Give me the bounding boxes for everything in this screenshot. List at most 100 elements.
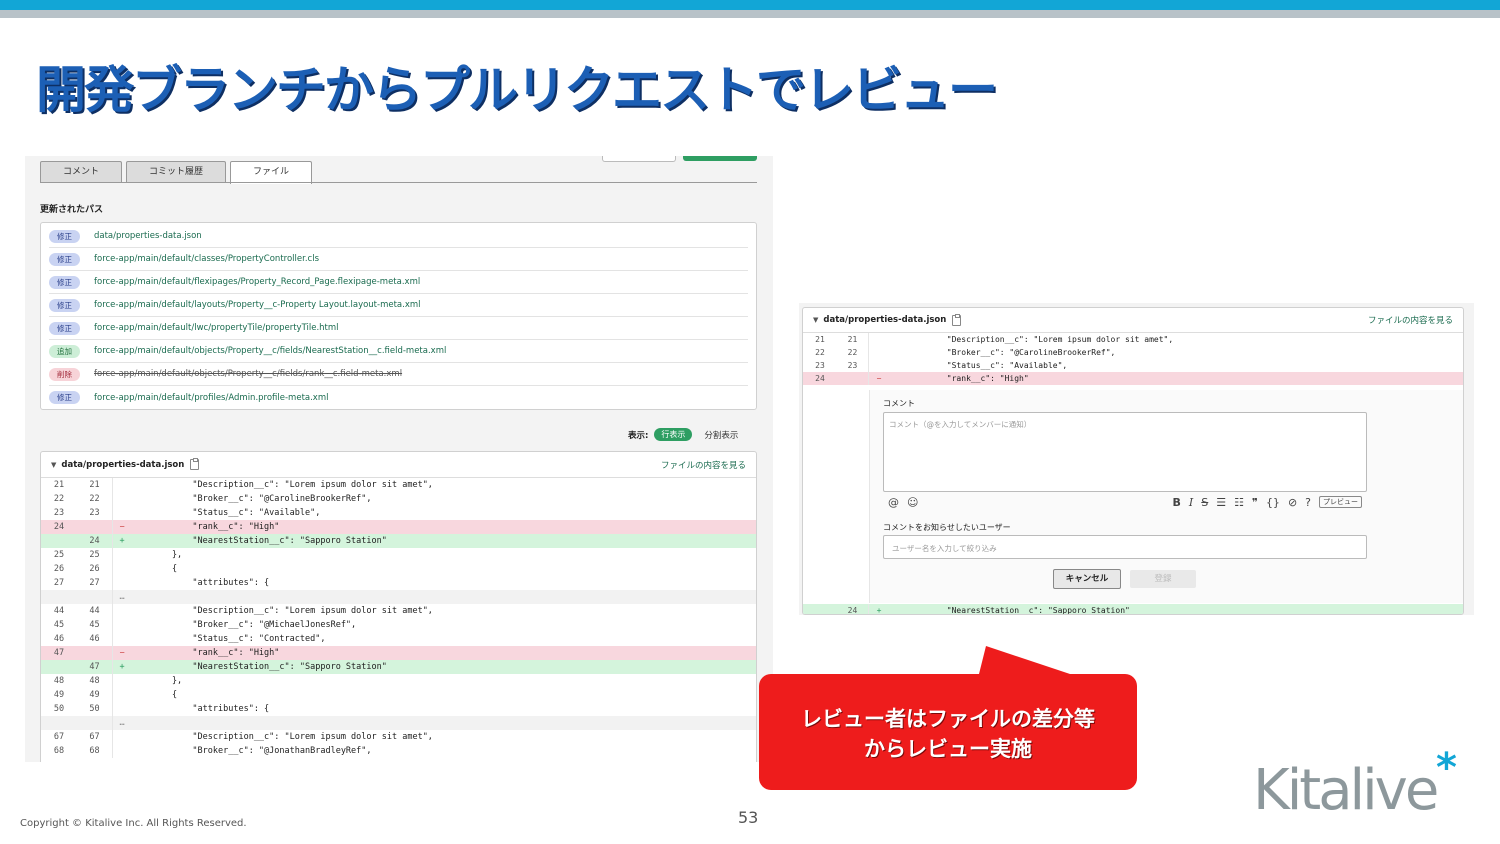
pull-request-files-screenshot: コメント コミット履歴 ファイル 更新されたパス 修正 data/properti… <box>25 156 773 762</box>
diff-line: 47 + "NearestStation__c": "Sapporo Statio… <box>41 660 756 674</box>
view-file-link[interactable]: ファイルの内容を見る <box>661 459 746 471</box>
collapse-triangle-icon[interactable]: ▼ <box>51 461 56 469</box>
old-line-number: 67 <box>53 732 65 742</box>
help-icon[interactable]: ? <box>1305 496 1311 509</box>
new-line-number <box>77 590 113 604</box>
diff-line: 21 21 "Description__c": "Lorem ipsum dolo… <box>803 333 1463 346</box>
comment-textarea[interactable]: コメント（@を入力してメンバーに通知） <box>883 412 1367 492</box>
code-text: "Broker__c": "@JonathanBradleyRef", <box>131 746 372 756</box>
preview-button[interactable]: プレビュー <box>1319 496 1362 508</box>
file-path-link[interactable]: force-app/main/default/classes/PropertyC… <box>94 254 319 264</box>
change-type-badge: 修正 <box>49 229 80 243</box>
link-icon[interactable]: ⊘ <box>1288 496 1297 509</box>
new-line-number <box>77 520 113 534</box>
bulleted-list-icon[interactable]: ☰ <box>1216 496 1226 509</box>
clipboard-icon[interactable] <box>190 458 200 470</box>
diff-marker: … <box>119 592 125 602</box>
code-text: "Status__c": "Available", <box>889 361 1068 370</box>
strikethrough-icon[interactable]: S <box>1201 496 1208 509</box>
diff-marker <box>113 604 131 618</box>
diff-line: 22 22 "Broker__c": "@CarolineBrookerRef", <box>803 346 1463 359</box>
register-button[interactable]: 登録 <box>1130 570 1196 588</box>
diff-marker <box>113 506 131 520</box>
change-type-badge: 修正 <box>49 321 80 335</box>
code-text: "rank__c": "High" <box>889 374 1029 383</box>
diff-line: 47 − "rank__c": "High" <box>41 646 756 660</box>
new-line-number: 21 <box>77 478 113 492</box>
changed-file-row[interactable]: 修正 force-app/main/default/lwc/propertyTil… <box>49 317 748 340</box>
changed-file-row[interactable]: 追加 force-app/main/default/objects/Propert… <box>49 340 748 363</box>
diff-marker <box>113 548 131 562</box>
diff-line: 21 21 "Description__c": "Lorem ipsum dolo… <box>41 478 756 492</box>
italic-icon[interactable]: I <box>1189 496 1193 509</box>
quote-icon[interactable]: ❞ <box>1252 496 1258 509</box>
numbered-list-icon[interactable]: ☷ <box>1234 496 1244 509</box>
new-line-number: 68 <box>77 744 113 758</box>
bold-icon[interactable]: B <box>1173 496 1181 509</box>
file-path-link[interactable]: force-app/main/default/layouts/Property_… <box>94 300 421 310</box>
changed-file-row[interactable]: 修正 data/properties-data.json <box>49 225 748 248</box>
callout-box: レビュー者はファイルの差分等 からレビュー実施 <box>759 674 1137 790</box>
file-path-link[interactable]: force-app/main/default/objects/Property_… <box>94 346 446 356</box>
inline-comment-screenshot: ▼ data/properties-data.json ファイルの内容を見る 2… <box>799 303 1474 615</box>
new-line-number: 47 <box>77 660 113 674</box>
diff-marker: − <box>119 648 125 658</box>
code-text: "attributes": { <box>131 704 270 714</box>
diff-line: 67 67 "Description__c": "Lorem ipsum dolo… <box>41 730 756 744</box>
file-path-link[interactable]: data/properties-data.json <box>94 231 202 241</box>
top-outline-button[interactable] <box>602 156 676 162</box>
new-line-number: 26 <box>77 562 113 576</box>
new-line-number: 48 <box>77 674 113 688</box>
code-text: "attributes": { <box>131 578 270 588</box>
diff-panel: ▼ data/properties-data.json ファイルの内容を見る 2… <box>40 451 757 762</box>
tab-files[interactable]: ファイル <box>230 161 313 184</box>
code-text: { <box>131 690 178 700</box>
file-path-link[interactable]: force-app/main/default/flexipages/Proper… <box>94 277 420 287</box>
code-text: "Description__c": "Lorem ipsum dolor sit… <box>131 480 433 490</box>
top-green-button[interactable] <box>683 156 757 161</box>
new-line-number: 24 <box>77 534 113 548</box>
notify-users-input[interactable]: ユーザー名を入力して絞り込み <box>883 535 1367 559</box>
new-line-number <box>77 716 113 730</box>
diff-marker <box>113 576 131 590</box>
code-text: "Status__c": "Available", <box>131 508 321 518</box>
file-path-link[interactable]: force-app/main/default/lwc/propertyTile/… <box>94 323 339 333</box>
diff-file-name: data/properties-data.json <box>823 315 947 325</box>
slide-title: 開発ブランチからプルリクエストでレビュー <box>36 61 998 119</box>
old-line-number <box>803 604 837 614</box>
mention-icon[interactable]: @ <box>888 496 899 509</box>
tab-commit-history[interactable]: コミット履歴 <box>126 161 227 183</box>
changed-file-row[interactable]: 削除 force-app/main/default/objects/Propert… <box>49 363 748 386</box>
new-line-number: 49 <box>77 688 113 702</box>
old-line-number: 24 <box>815 374 825 383</box>
changed-file-row[interactable]: 修正 force-app/main/default/flexipages/Prop… <box>49 271 748 294</box>
comment-form: コメント コメント（@を入力してメンバーに通知） @ ☺ B I S ☰ ☷ ❞… <box>869 390 1463 603</box>
collapse-triangle-icon[interactable]: ▼ <box>813 316 818 324</box>
old-line-number: 21 <box>815 335 825 344</box>
diff-header: ▼ data/properties-data.json ファイルの内容を見る <box>803 308 1463 333</box>
code-text: "Broker__c": "@CarolineBrookerRef", <box>889 348 1116 357</box>
code-text: { <box>131 564 178 574</box>
split-view-button[interactable]: 分割表示 <box>704 429 738 441</box>
clipboard-icon[interactable] <box>952 313 962 326</box>
updated-paths-label: 更新されたパス <box>40 205 104 215</box>
change-type-badge: 修正 <box>49 252 80 266</box>
file-path-link[interactable]: force-app/main/default/profiles/Admin.pr… <box>94 393 328 403</box>
unified-view-button[interactable]: 行表示 <box>654 428 693 441</box>
diff-line: 49 49 { <box>41 688 756 702</box>
view-file-link[interactable]: ファイルの内容を見る <box>1368 314 1453 326</box>
changed-file-row[interactable]: 修正 force-app/main/default/classes/Propert… <box>49 248 748 271</box>
file-path-link[interactable]: force-app/main/default/objects/Property_… <box>94 369 402 379</box>
diff-line: 25 25 }, <box>41 548 756 562</box>
old-line-number: 26 <box>53 564 65 574</box>
code-icon[interactable]: {} <box>1266 496 1280 509</box>
diff-marker <box>113 702 131 716</box>
code-text: "Broker__c": "@CarolineBrookerRef", <box>131 494 372 504</box>
diff-line: 68 68 "Broker__c": "@JonathanBradleyRef", <box>41 744 756 758</box>
cancel-button[interactable]: キャンセル <box>1053 569 1121 589</box>
diff-line: 44 44 "Description__c": "Lorem ipsum dolo… <box>41 604 756 618</box>
changed-file-row[interactable]: 修正 force-app/main/default/profiles/Admin.… <box>49 386 748 409</box>
changed-file-row[interactable]: 修正 force-app/main/default/layouts/Propert… <box>49 294 748 317</box>
tab-comments[interactable]: コメント <box>40 161 123 183</box>
emoji-icon[interactable]: ☺ <box>907 496 918 509</box>
